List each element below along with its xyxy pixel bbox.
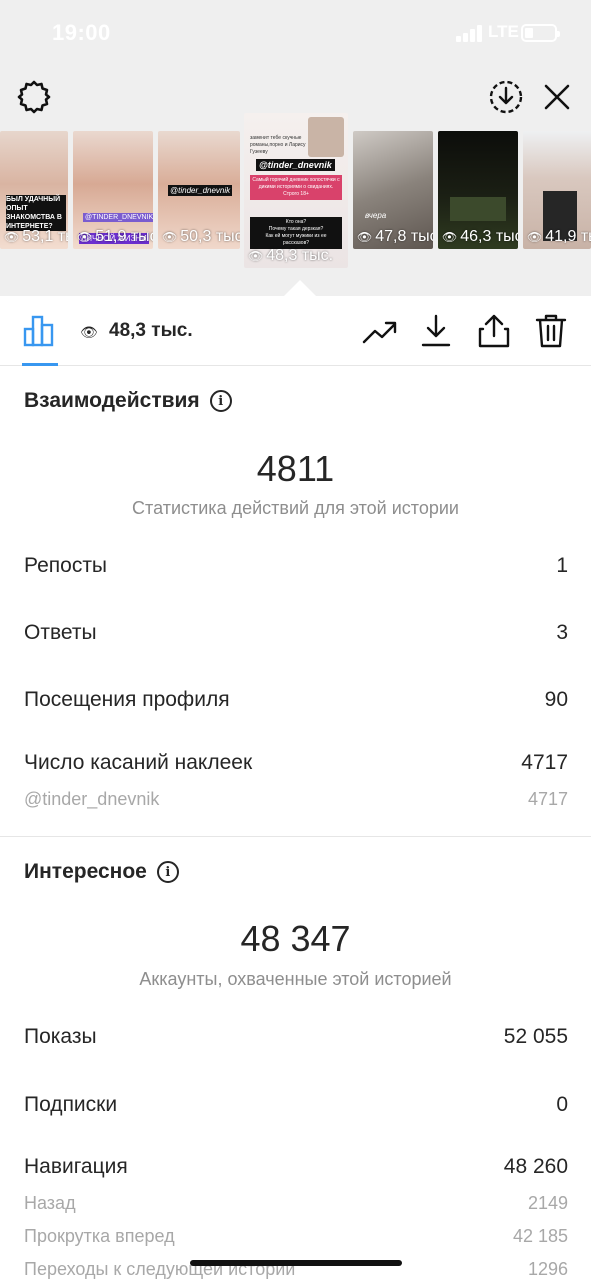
- story-thumbnail[interactable]: БЫЛ УДАЧНЫЙ ОПЫТ ЗНАКОМСТВА В ИНТЕРНЕТЕ?…: [0, 131, 68, 249]
- stat-subrow-back: Назад 2149: [24, 1193, 568, 1213]
- story-overlay-text: Кто она? Почему такая дерзкая? Как ей мо…: [250, 217, 342, 249]
- signal-icon: [456, 24, 484, 42]
- interactions-title: Взаимодействия i: [24, 389, 232, 413]
- status-bar: 19:00 LTE: [0, 0, 591, 64]
- story-photo: [308, 117, 344, 157]
- selected-story-pointer: [284, 280, 316, 296]
- story-thumbnail[interactable]: вчера 👁47,8 тыс.: [353, 131, 433, 249]
- stat-row-replies: Ответы 3: [24, 621, 568, 644]
- story-views: 👁46,3 тыс.: [442, 228, 518, 245]
- eye-icon: 👁: [77, 230, 93, 244]
- download-circle-icon[interactable]: [486, 77, 526, 117]
- insights-toolbar: 👁 48,3 тыс.: [0, 296, 591, 366]
- home-indicator[interactable]: [190, 1260, 402, 1266]
- story-views: 👁 48,3 тыс.: [248, 247, 334, 264]
- story-overlay-text: @TINDER_DNEVNIK: [83, 213, 153, 222]
- eye-icon: 👁: [4, 230, 20, 244]
- stat-row-sticker-taps: Число касаний наклеек 4717: [24, 751, 568, 774]
- gear-icon[interactable]: [14, 77, 54, 117]
- trend-arrow-icon[interactable]: [362, 313, 398, 349]
- story-views: 👁51,9 тыс.: [77, 228, 153, 245]
- story-overlay-text: БЫЛ УДАЧНЫЙ ОПЫТ ЗНАКОМСТВА В ИНТЕРНЕТЕ?: [6, 195, 66, 231]
- discovery-title: Интересное i: [24, 860, 179, 884]
- story-overlay-text: заменит тебе скучные романы,порно и Лари…: [250, 135, 306, 155]
- stat-row-profile-visits: Посещения профиля 90: [24, 688, 568, 711]
- trash-icon[interactable]: [533, 313, 569, 349]
- active-tab-indicator: [22, 363, 58, 366]
- close-icon[interactable]: [537, 77, 577, 117]
- network-type: LTE: [488, 22, 519, 41]
- info-icon[interactable]: i: [156, 861, 179, 883]
- story-views: 👁41,9 тыс.: [527, 228, 591, 245]
- discovery-total: 48 347: [240, 918, 351, 959]
- stat-row-navigation: Навигация 48 260: [24, 1155, 568, 1178]
- story-thumbnail-selected[interactable]: заменит тебе скучные романы,порно и Лари…: [244, 113, 348, 268]
- stat-subrow-forward: Прокрутка вперед 42 185: [24, 1226, 568, 1246]
- stat-row-follows: Подписки 0: [24, 1093, 568, 1116]
- battery-icon: [521, 24, 560, 42]
- discovery-caption: Аккаунты, охваченные этой историей: [139, 969, 452, 989]
- story-thumbnail[interactable]: @tinder_dnevnik 👁50,3 тыс.: [158, 131, 240, 249]
- eye-icon: 👁: [527, 230, 543, 244]
- stat-row-impressions: Показы 52 055: [24, 1025, 568, 1048]
- story-strip-header: 19:00 LTE БЫЛ УДАЧНЫЙ ОПЫТ ЗНАКОМСТВА В …: [0, 0, 591, 296]
- story-photo: [450, 197, 506, 221]
- story-overlay-text: Самый горячий дневник холостячки с диким…: [250, 175, 342, 200]
- stat-row-reposts: Репосты 1: [24, 554, 568, 577]
- interactions-total: 4811: [256, 448, 335, 489]
- story-thumbnails: БЫЛ УДАЧНЫЙ ОПЫТ ЗНАКОМСТВА В ИНТЕРНЕТЕ?…: [0, 113, 591, 273]
- info-icon[interactable]: i: [209, 390, 232, 412]
- stat-subrow-sticker: @tinder_dnevnik 4717: [24, 789, 568, 809]
- eye-icon: 👁: [80, 324, 98, 340]
- toolbar-views-count: 48,3 тыс.: [109, 320, 193, 341]
- story-views: 👁47,8 тыс.: [357, 228, 433, 245]
- bar-chart-icon[interactable]: [22, 312, 58, 353]
- story-thumbnail[interactable]: @TINDER_DNEVNIK ЛИЧНОЙ ЖИЗНИ 👁51,9 тыс.: [73, 131, 153, 249]
- story-overlay-text: вчера: [365, 211, 387, 220]
- section-divider: [0, 836, 591, 837]
- eye-icon: 👁: [357, 230, 373, 244]
- status-time: 19:00: [52, 20, 111, 45]
- download-icon[interactable]: [418, 313, 454, 349]
- story-views: 👁50,3 тыс.: [162, 228, 240, 245]
- share-icon[interactable]: [476, 313, 512, 349]
- eye-icon: 👁: [162, 230, 178, 244]
- story-overlay-text: @tinder_dnevnik: [256, 159, 335, 171]
- story-views: 👁53,1 тыс.: [4, 228, 68, 245]
- story-thumbnail[interactable]: 👁41,9 тыс.: [523, 131, 591, 249]
- eye-icon: 👁: [442, 230, 458, 244]
- eye-icon: 👁: [248, 249, 264, 263]
- interactions-caption: Статистика действий для этой истории: [132, 498, 459, 518]
- story-overlay-text: @tinder_dnevnik: [168, 185, 233, 196]
- story-thumbnail[interactable]: 👁46,3 тыс.: [438, 131, 518, 249]
